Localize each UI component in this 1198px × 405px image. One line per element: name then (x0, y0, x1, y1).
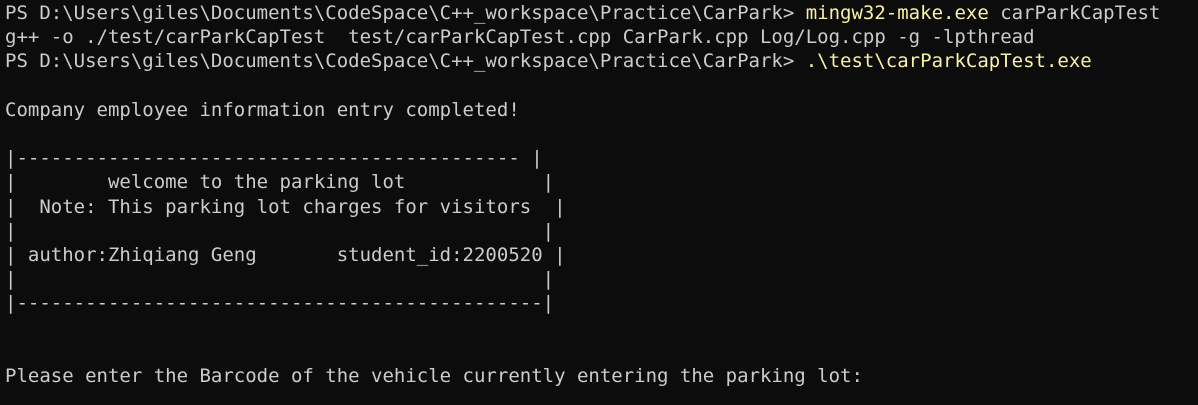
banner-author: | author:Zhiqiang Geng student_id:220052… (5, 243, 566, 266)
prompt-text: PS D:\Users\giles\Documents\CodeSpace\C+… (5, 2, 806, 24)
command-text: .\test\carParkCapTest.exe (805, 50, 1092, 73)
banner-border-top: |---------------------------------------… (5, 147, 543, 170)
terminal-line-output: Company employee information entry compl… (5, 98, 520, 121)
banner-note: | Note: This parking lot charges for vis… (5, 195, 566, 218)
command-text: mingw32-make.exe (805, 2, 989, 24)
command-args: carParkCapTest (988, 2, 1161, 24)
terminal-line-output: g++ -o ./test/carParkCapTest test/carPar… (5, 26, 1035, 49)
terminal-window[interactable]: PS D:\Users\giles\Documents\CodeSpace\C+… (0, 0, 1198, 405)
terminal-line-prompt-1: PS D:\Users\giles\Documents\CodeSpace\C+… (5, 1, 1198, 25)
terminal-line-prompt-2: PS D:\Users\giles\Documents\CodeSpace\C+… (5, 49, 1198, 73)
banner-blank: | | (5, 219, 555, 242)
banner-border-bottom: |---------------------------------------… (5, 292, 555, 315)
banner-welcome: | welcome to the parking lot | (5, 171, 555, 194)
prompt-text: PS D:\Users\giles\Documents\CodeSpace\C+… (5, 50, 806, 73)
input-prompt: Please enter the Barcode of the vehicle … (5, 364, 863, 387)
banner-blank: | | (5, 268, 555, 291)
